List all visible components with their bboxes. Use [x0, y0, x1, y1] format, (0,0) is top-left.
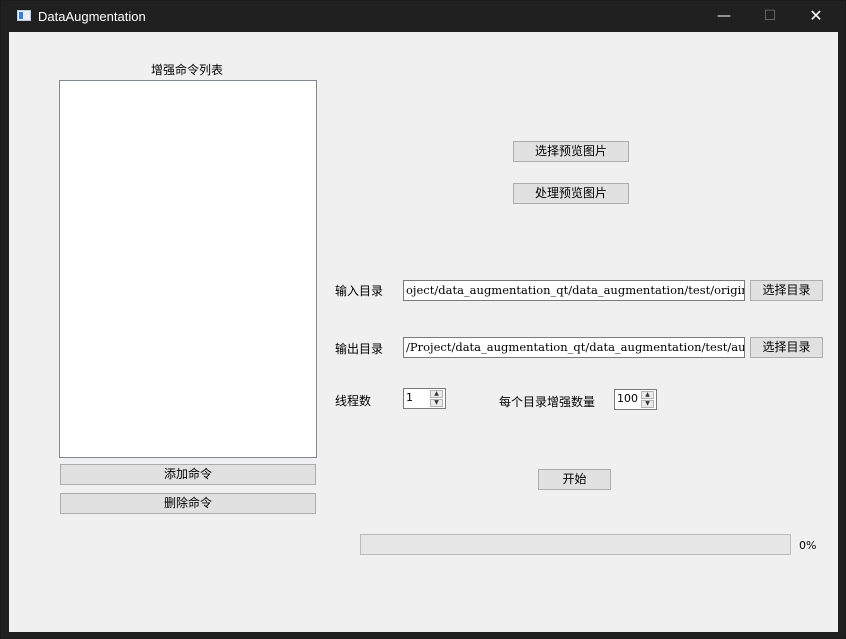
progress-percent: 0% — [799, 539, 817, 552]
output-dir-label: 输出目录 — [335, 342, 384, 356]
maximize-icon[interactable]: ☐ — [747, 1, 793, 32]
spin-up-icon[interactable]: ▲ — [641, 391, 654, 399]
app-window: DataAugmentation — ☐ ✕ 增强命令列表 添加命令 删除命令 … — [0, 0, 846, 639]
thread-count-label: 线程数 — [335, 394, 372, 408]
window-title: DataAugmentation — [38, 9, 146, 24]
thread-count-spinbox[interactable]: 1 ▲ ▼ — [403, 388, 446, 409]
progress-bar — [360, 534, 791, 555]
input-dir-browse-button[interactable]: 选择目录 — [750, 280, 823, 301]
per-dir-count-stepper[interactable]: ▲ ▼ — [641, 391, 655, 408]
command-list-title: 增强命令列表 — [151, 63, 224, 77]
spin-down-icon[interactable]: ▼ — [430, 399, 443, 407]
input-dir-field[interactable]: oject/data_augmentation_qt/data_augmenta… — [403, 280, 745, 301]
close-icon[interactable]: ✕ — [793, 1, 839, 32]
delete-command-button[interactable]: 删除命令 — [60, 493, 316, 514]
spin-up-icon[interactable]: ▲ — [430, 390, 443, 398]
per-dir-count-spinbox[interactable]: 100 ▲ ▼ — [614, 389, 657, 410]
per-dir-count-label: 每个目录增强数量 — [499, 395, 596, 409]
main-content: 增强命令列表 添加命令 删除命令 选择预览图片 处理预览图片 输入目录 ojec… — [9, 32, 838, 632]
add-command-button[interactable]: 添加命令 — [60, 464, 316, 485]
output-dir-field[interactable]: /Project/data_augmentation_qt/data_augme… — [403, 337, 745, 358]
per-dir-count-value: 100 — [617, 392, 638, 405]
select-preview-image-button[interactable]: 选择预览图片 — [513, 141, 629, 162]
minimize-icon[interactable]: — — [701, 1, 747, 32]
spin-down-icon[interactable]: ▼ — [641, 400, 654, 408]
input-dir-label: 输入目录 — [335, 284, 384, 298]
title-bar[interactable]: DataAugmentation — ☐ ✕ — [1, 1, 845, 32]
app-icon — [17, 10, 31, 21]
output-dir-browse-button[interactable]: 选择目录 — [750, 337, 823, 358]
command-listbox[interactable] — [59, 80, 317, 458]
start-button[interactable]: 开始 — [538, 469, 611, 490]
process-preview-image-button[interactable]: 处理预览图片 — [513, 183, 629, 204]
thread-count-value: 1 — [406, 391, 413, 404]
thread-count-stepper[interactable]: ▲ ▼ — [430, 390, 444, 407]
